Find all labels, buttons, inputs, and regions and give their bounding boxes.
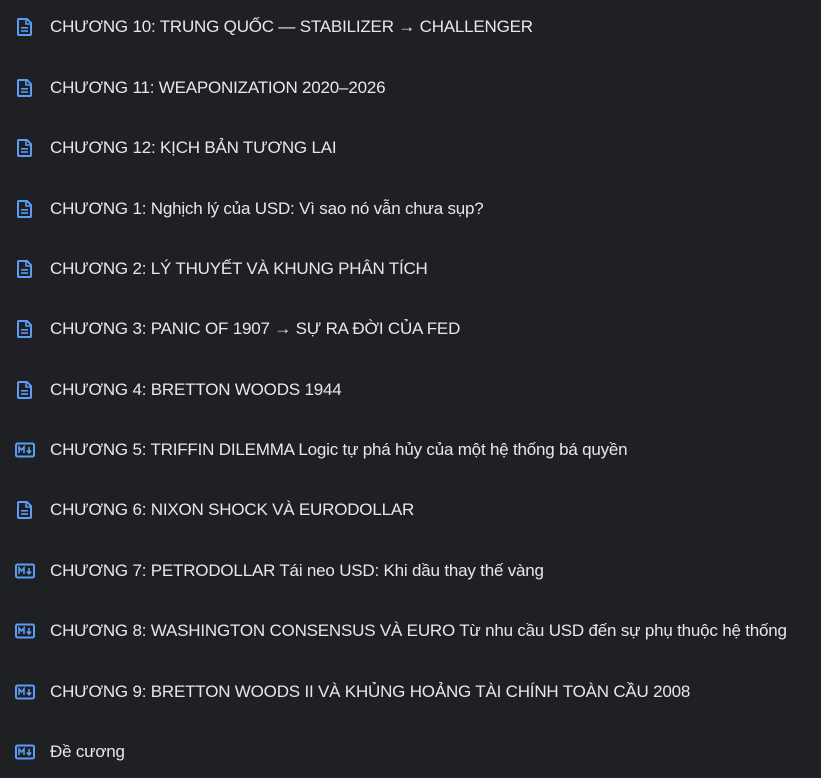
document-icon: [15, 78, 35, 98]
file-item[interactable]: CHƯƠNG 9: BRETTON WOODS II VÀ KHỦNG HOẢN…: [0, 672, 821, 712]
document-icon: [15, 380, 35, 400]
markdown-icon: [15, 682, 35, 702]
file-item[interactable]: CHƯƠNG 12: KỊCH BẢN TƯƠNG LAI: [0, 128, 821, 168]
file-item[interactable]: CHƯƠNG 8: WASHINGTON CONSENSUS VÀ EURO T…: [0, 611, 821, 651]
document-icon: [15, 199, 35, 219]
file-item[interactable]: CHƯƠNG 1: Nghịch lý của USD: Vì sao nó v…: [0, 189, 821, 229]
file-item[interactable]: CHƯƠNG 2: LÝ THUYẾT VÀ KHUNG PHÂN TÍCH: [0, 249, 821, 289]
file-item[interactable]: CHƯƠNG 6: NIXON SHOCK VÀ EURODOLLAR: [0, 490, 821, 530]
file-item[interactable]: CHƯƠNG 7: PETRODOLLAR Tái neo USD: Khi d…: [0, 551, 821, 591]
file-label: CHƯƠNG 8: WASHINGTON CONSENSUS VÀ EURO T…: [50, 621, 787, 640]
file-label: CHƯƠNG 9: BRETTON WOODS II VÀ KHỦNG HOẢN…: [50, 682, 691, 701]
document-icon: [15, 259, 35, 279]
file-item[interactable]: CHƯƠNG 5: TRIFFIN DILEMMA Logic tự phá h…: [0, 430, 821, 470]
document-icon: [15, 17, 35, 37]
markdown-icon: [15, 742, 35, 762]
file-item[interactable]: CHƯƠNG 3: PANIC OF 1907 → SỰ RA ĐỜI CỦA …: [0, 309, 821, 349]
markdown-icon: [15, 440, 35, 460]
file-item[interactable]: CHƯƠNG 10: TRUNG QUỐC — STABILIZER → CHA…: [0, 7, 821, 47]
file-list: CHƯƠNG 10: TRUNG QUỐC — STABILIZER → CHA…: [0, 0, 821, 778]
file-label: CHƯƠNG 10: TRUNG QUỐC — STABILIZER → CHA…: [50, 17, 533, 36]
file-item[interactable]: CHƯƠNG 11: WEAPONIZATION 2020–2026: [0, 68, 821, 108]
file-item[interactable]: Đề cương: [0, 732, 821, 772]
file-label: CHƯƠNG 11: WEAPONIZATION 2020–2026: [50, 78, 386, 97]
document-icon: [15, 500, 35, 520]
file-label: CHƯƠNG 5: TRIFFIN DILEMMA Logic tự phá h…: [50, 440, 628, 459]
file-label: CHƯƠNG 1: Nghịch lý của USD: Vì sao nó v…: [50, 199, 484, 218]
file-label: Đề cương: [50, 742, 125, 761]
document-icon: [15, 319, 35, 339]
file-label: CHƯƠNG 3: PANIC OF 1907 → SỰ RA ĐỜI CỦA …: [50, 319, 461, 338]
file-label: CHƯƠNG 6: NIXON SHOCK VÀ EURODOLLAR: [50, 500, 415, 519]
file-label: CHƯƠNG 2: LÝ THUYẾT VÀ KHUNG PHÂN TÍCH: [50, 259, 428, 278]
file-label: CHƯƠNG 12: KỊCH BẢN TƯƠNG LAI: [50, 138, 337, 157]
markdown-icon: [15, 561, 35, 581]
document-icon: [15, 138, 35, 158]
file-item[interactable]: CHƯƠNG 4: BRETTON WOODS 1944: [0, 370, 821, 410]
file-label: CHƯƠNG 7: PETRODOLLAR Tái neo USD: Khi d…: [50, 561, 544, 580]
file-label: CHƯƠNG 4: BRETTON WOODS 1944: [50, 380, 342, 399]
markdown-icon: [15, 621, 35, 641]
